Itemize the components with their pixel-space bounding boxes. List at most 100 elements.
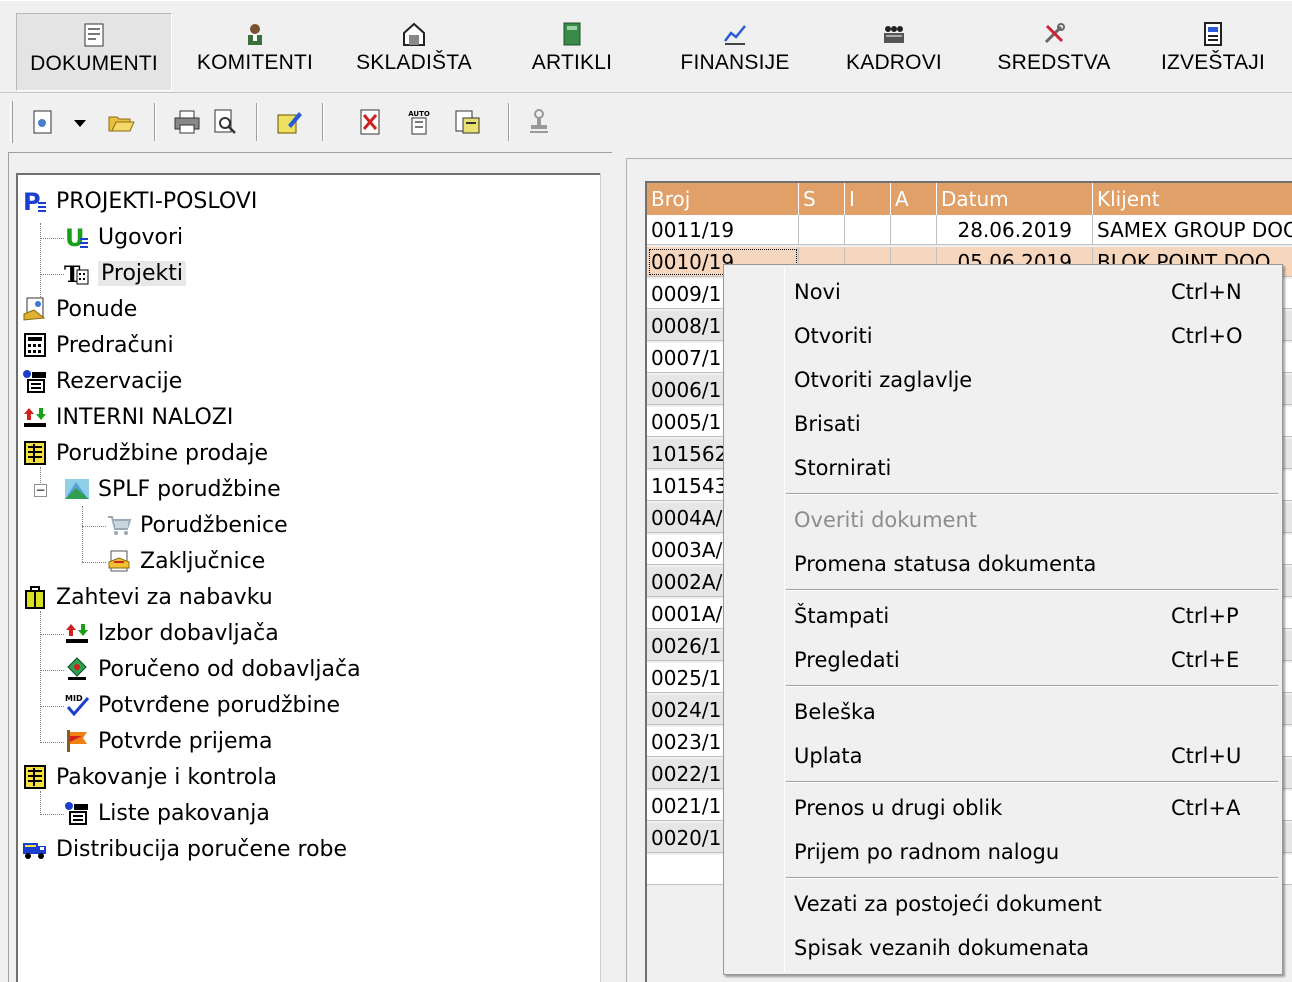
cell-broj: 0011/19 [647, 215, 799, 245]
menu-item-label: Promena statusa dokumenta [794, 552, 1097, 576]
bag-icon [25, 586, 45, 609]
main-tab-kadrovi[interactable]: KADROVI [830, 13, 958, 91]
menu-item-label: Uplata [794, 744, 863, 768]
menu-item-prenos-u-drugi-oblik[interactable]: Prenos u drugi oblik Ctrl+A [726, 788, 1280, 828]
tree-item-porudzbenice[interactable]: Porudžbenice [106, 510, 288, 540]
book-icon [563, 22, 581, 46]
report-icon [1204, 22, 1222, 46]
menu-item-otvoriti-zaglavlje[interactable]: Otvoriti zaglavlje [726, 360, 1280, 400]
tree-item-label: Predračuni [56, 332, 174, 358]
tree-item-splf-porudzbine[interactable]: SPLF porudžbine [64, 474, 281, 504]
menu-item-shortcut: Ctrl+O [1171, 324, 1243, 348]
tree-item-projekti-poslovi[interactable]: P PROJEKTI-POSLOVI [22, 186, 257, 216]
svg-text:P: P [23, 188, 41, 214]
tree-item-label: Rezervacije [56, 368, 183, 394]
auto-button[interactable]: AUTO [404, 107, 434, 137]
edit-note-button[interactable] [274, 107, 304, 137]
tree-item-label: Porudžbine prodaje [56, 440, 269, 466]
main-tab-dokumenti[interactable]: DOKUMENTI [16, 13, 172, 91]
tree-item-zahtevi-za-nabavku[interactable]: Zahtevi za nabavku [22, 582, 273, 612]
panel-splitter[interactable] [600, 173, 612, 982]
stamp-button[interactable] [524, 107, 554, 137]
reservations-icon [65, 802, 88, 825]
main-tab-finansije[interactable]: FINANSIJE [668, 13, 802, 91]
tree-item-label: Ponude [56, 296, 138, 322]
menu-item-shortcut: Ctrl+P [1171, 604, 1239, 628]
menu-item-spisak-vezanih[interactable]: Spisak vezanih dokumenata [726, 928, 1280, 968]
cell-i [845, 215, 891, 245]
delete-button[interactable] [356, 107, 386, 137]
table-row[interactable]: 0011/19 28.06.2019 SAMEX GROUP DOO [647, 215, 1292, 245]
tree-collapse-toggle[interactable]: − [34, 484, 47, 497]
print-button[interactable] [172, 107, 202, 137]
tree-item-interni-nalozi[interactable]: INTERNI NALOZI [22, 402, 233, 432]
column-header-broj[interactable]: Broj [647, 183, 799, 215]
tree-item-ponude[interactable]: Ponude [22, 294, 137, 324]
menu-item-prijem-po-radnom-nalogu[interactable]: Prijem po radnom nalogu [726, 832, 1280, 872]
menu-item-label: Overiti dokument [794, 508, 978, 532]
main-tab-artikli[interactable]: ARTIKLI [512, 13, 632, 91]
auto-icon: AUTO [408, 110, 430, 135]
tree-item-pakovanje-i-kontrola[interactable]: Pakovanje i kontrola [22, 762, 277, 792]
column-header-i[interactable]: I [845, 183, 891, 215]
tree-item-liste-pakovanja[interactable]: Liste pakovanja [64, 798, 270, 828]
tree-item-projekti[interactable]: T Projekti [64, 258, 187, 288]
menu-item-label: Novi [794, 280, 841, 304]
context-menu: Novi Ctrl+N Otvoriti Ctrl+O Otvoriti zagla… [723, 264, 1283, 975]
menu-separator [786, 493, 1278, 495]
menu-item-pregledati[interactable]: Pregledati Ctrl+E [726, 640, 1280, 680]
tree-item-potvrdjene-porudzbine[interactable]: MID Potvrđene porudžbine [64, 690, 340, 720]
column-header-a[interactable]: A [891, 183, 937, 215]
tree-item-zakljucnice[interactable]: Zaključnice [106, 546, 265, 576]
column-header-klijent[interactable]: Klijent [1093, 183, 1292, 215]
main-tab-skladista[interactable]: SKLADIŠTA [340, 13, 488, 91]
new-document-button[interactable] [28, 107, 58, 137]
tree-item-label: Ugovori [98, 224, 184, 250]
tree-item-predracuni[interactable]: Predračuni [22, 330, 174, 360]
attach-icon [455, 110, 480, 134]
main-toolbar: DOKUMENTI KOMITENTI SKLADIŠTA ARTIKLI FI… [0, 0, 1292, 92]
menu-item-uplata[interactable]: Uplata Ctrl+U [726, 736, 1280, 776]
menu-item-brisati[interactable]: Brisati [726, 404, 1280, 444]
attach-button[interactable] [452, 107, 482, 137]
tree-item-izbor-dobavljaca[interactable]: Izbor dobavljača [64, 618, 279, 648]
open-button[interactable] [106, 107, 136, 137]
column-header-datum[interactable]: Datum [937, 183, 1093, 215]
calculator-icon [24, 333, 46, 357]
document-tree: − P PROJEKTI-POSLOVI U Ugovori T Projekt… [16, 173, 600, 982]
offers-icon [23, 297, 46, 321]
main-tab-izvestaji[interactable]: IZVEŠTAJI [1150, 13, 1276, 91]
menu-item-vezati-za-postojeci[interactable]: Vezati za postojeći dokument [726, 884, 1280, 924]
menu-item-beleska[interactable]: Beleška [726, 692, 1280, 732]
tree-item-ugovori[interactable]: U Ugovori [64, 222, 183, 252]
main-tab-label: KADROVI [846, 51, 942, 74]
tree-item-poruceno-od-dobavljaca[interactable]: Poručeno od dobavljača [64, 654, 361, 684]
toolbar-separator [154, 103, 156, 141]
menu-item-label: Pregledati [794, 648, 900, 672]
tree-item-distribucija-porucene-robe[interactable]: Distribucija poručene robe [22, 834, 347, 864]
toolbar-grip[interactable] [10, 101, 13, 143]
tree-item-label: INTERNI NALOZI [56, 404, 234, 430]
tree-item-rezervacije[interactable]: Rezervacije [22, 366, 182, 396]
menu-item-novi[interactable]: Novi Ctrl+N [726, 272, 1280, 312]
main-tab-komitenti[interactable]: KOMITENTI [180, 13, 330, 91]
print-preview-button[interactable] [210, 107, 240, 137]
menu-item-stampati[interactable]: Štampati Ctrl+P [726, 596, 1280, 636]
menu-item-otvoriti[interactable]: Otvoriti Ctrl+O [726, 316, 1280, 356]
main-tab-label: KOMITENTI [196, 51, 314, 74]
new-document-icon [33, 110, 52, 134]
column-header-s[interactable]: S [799, 183, 845, 215]
project-building-icon: T [64, 262, 89, 286]
supplier-icon [67, 657, 87, 680]
main-tab-label: IZVEŠTAJI [1160, 51, 1266, 74]
tree-item-potvrde-prijema[interactable]: Potvrde prijema [64, 726, 272, 756]
new-document-dropdown[interactable] [70, 107, 90, 137]
menu-item-label: Brisati [794, 412, 861, 436]
tree-item-porudzbine-prodaje[interactable]: Porudžbine prodaje [22, 438, 268, 468]
menu-item-stornirati[interactable]: Stornirati [726, 448, 1280, 488]
main-tab-sredstva[interactable]: SREDSTVA [988, 13, 1120, 91]
menu-separator [786, 781, 1278, 783]
menu-item-promena-statusa[interactable]: Promena statusa dokumenta [726, 544, 1280, 584]
document-toolbar: AUTO [0, 92, 1292, 150]
menu-item-shortcut: Ctrl+E [1171, 648, 1240, 672]
